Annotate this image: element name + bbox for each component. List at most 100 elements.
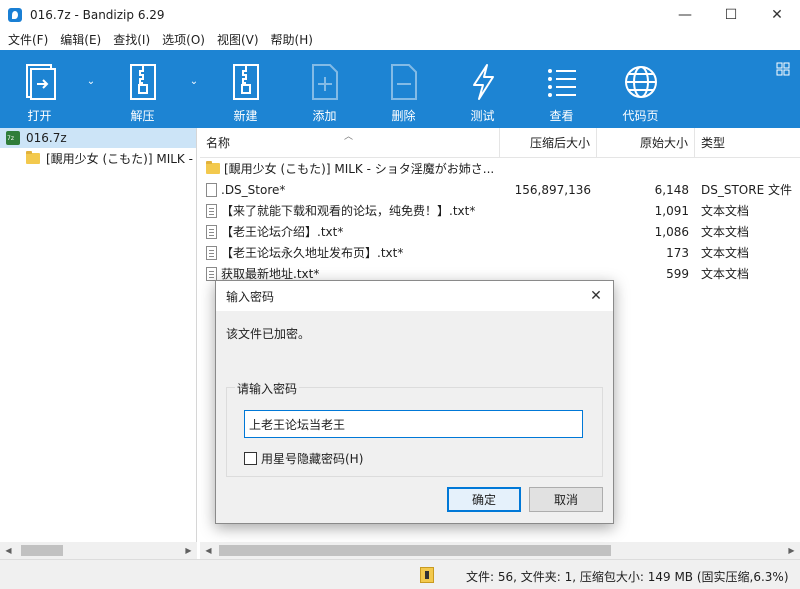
- text-file-icon: [206, 245, 217, 260]
- maximize-button[interactable]: ☐: [708, 0, 754, 30]
- menu-options[interactable]: 选项(O): [156, 30, 211, 50]
- checkbox-icon[interactable]: [244, 452, 257, 465]
- file-name: [靦用少女 (こもた)] MILK - ショタ淫魔がお姉さ...: [224, 162, 495, 176]
- globe-icon: [623, 62, 659, 102]
- dialog-title: 输入密码: [226, 289, 275, 304]
- view-button[interactable]: 查看: [522, 50, 601, 128]
- toolbar: 打开 ⌄ 解压 ⌄ 新建 添加 删除 测试 查看 代码页: [0, 50, 800, 128]
- file-original-size: 6,148: [654, 182, 689, 197]
- table-row[interactable]: [靦用少女 (こもた)] MILK - ショタ淫魔がお姉さ...: [200, 158, 800, 179]
- codepage-button-label: 代码页: [622, 109, 659, 123]
- file-name: 【老王论坛永久地址发布页】.txt*: [221, 246, 404, 260]
- new-archive-icon: [228, 62, 264, 102]
- delete-button-label: 删除: [391, 109, 416, 123]
- scroll-thumb[interactable]: [21, 545, 63, 556]
- scroll-track: [17, 542, 180, 559]
- archive-icon: [420, 567, 434, 583]
- file-icon: [206, 182, 217, 197]
- minimize-button[interactable]: —: [662, 0, 708, 30]
- table-row[interactable]: 【老王论坛永久地址发布页】.txt* 173 文本文档: [200, 242, 800, 263]
- password-dialog: 输入密码 ✕ 该文件已加密。 请输入密码 用星号隐藏密码(H) 确定 取消: [215, 280, 614, 524]
- list-horizontal-scrollbar[interactable]: ◀ ▶: [200, 542, 800, 559]
- file-original-size: 599: [666, 266, 689, 281]
- view-list-icon: [544, 62, 580, 102]
- tree-horizontal-scrollbar[interactable]: ◀ ▶: [0, 542, 197, 559]
- window-controls: — ☐ ✕: [662, 0, 800, 30]
- delete-file-icon: [386, 62, 422, 102]
- sort-ascending-icon: ︿: [344, 132, 354, 142]
- test-button-label: 测试: [470, 109, 495, 123]
- status-bar: 文件: 56, 文件夹: 1, 压缩包大小: 149 MB (固实压缩,6.3%…: [0, 559, 800, 589]
- add-button-label: 添加: [312, 109, 337, 123]
- file-name: 【来了就能下载和观看的论坛，纯免费！】.txt*: [221, 204, 476, 218]
- file-original-size: 1,086: [654, 224, 689, 239]
- column-header-original[interactable]: 原始大小: [597, 127, 695, 158]
- extract-button[interactable]: 解压: [103, 50, 182, 128]
- scroll-right-icon[interactable]: ▶: [180, 542, 197, 559]
- extract-zip-icon: [125, 62, 161, 102]
- codepage-button[interactable]: 代码页: [601, 50, 680, 128]
- table-row[interactable]: 【来了就能下载和观看的论坛，纯免费！】.txt* 1,091 文本文档: [200, 200, 800, 221]
- open-dropdown-arrow[interactable]: ⌄: [79, 50, 103, 128]
- title-bar: 016.7z - Bandizip 6.29 — ☐ ✕: [0, 0, 800, 30]
- menu-find[interactable]: 查找(I): [107, 30, 156, 50]
- file-name: 【老王论坛介绍】.txt*: [221, 225, 344, 239]
- menu-help[interactable]: 帮助(H): [265, 30, 319, 50]
- tree-item-folder[interactable]: [靦用少女 (こもた)] MILK -: [0, 148, 196, 168]
- column-header-compressed[interactable]: 压缩后大小: [500, 127, 597, 158]
- chevron-down-icon: ⌄: [86, 76, 96, 87]
- tree-item-label: 016.7z: [26, 131, 67, 145]
- add-file-icon: [307, 62, 343, 102]
- hide-password-label: 用星号隐藏密码(H): [261, 452, 364, 466]
- folder-icon: [26, 150, 40, 164]
- menu-file[interactable]: 文件(F): [2, 30, 54, 50]
- tree-item-label: [靦用少女 (こもた)] MILK -: [46, 151, 193, 166]
- password-input[interactable]: [244, 410, 583, 438]
- extract-button-label: 解压: [130, 109, 155, 123]
- scroll-left-icon[interactable]: ◀: [200, 542, 217, 559]
- tree-item-root[interactable]: 016.7z: [0, 128, 196, 148]
- extract-dropdown-arrow[interactable]: ⌄: [182, 50, 206, 128]
- password-group-label: 请输入密码: [235, 380, 300, 397]
- folder-icon: [206, 161, 220, 174]
- menu-edit[interactable]: 编辑(E): [54, 30, 107, 50]
- close-button[interactable]: ✕: [754, 0, 800, 30]
- bandizip-app-icon: [8, 8, 22, 22]
- window-title: 016.7z - Bandizip 6.29: [30, 8, 165, 22]
- test-button[interactable]: 测试: [443, 50, 522, 128]
- layout-grid-icon[interactable]: [776, 62, 790, 76]
- archive-7z-icon: [6, 131, 20, 145]
- table-row[interactable]: .DS_Store* 156,897,136 6,148 DS_STORE 文件: [200, 179, 800, 200]
- file-name: .DS_Store*: [221, 182, 286, 197]
- delete-button[interactable]: 删除: [364, 50, 443, 128]
- text-file-icon: [206, 224, 217, 239]
- table-row[interactable]: 【老王论坛介绍】.txt* 1,086 文本文档: [200, 221, 800, 242]
- new-archive-button[interactable]: 新建: [206, 50, 285, 128]
- list-header: 名称 压缩后大小 原始大小 类型 ︿: [200, 127, 800, 158]
- menu-view[interactable]: 视图(V): [211, 30, 265, 50]
- cancel-button[interactable]: 取消: [529, 487, 603, 512]
- open-button[interactable]: 打开: [0, 50, 79, 128]
- file-type: 文本文档: [701, 204, 750, 218]
- file-original-size: 1,091: [654, 203, 689, 218]
- dialog-message: 该文件已加密。: [226, 327, 311, 341]
- hide-password-checkbox[interactable]: 用星号隐藏密码(H): [244, 450, 363, 467]
- file-compressed-size: 156,897,136: [514, 182, 591, 197]
- file-type: DS_STORE 文件: [701, 183, 792, 197]
- view-button-label: 查看: [549, 109, 574, 123]
- scroll-right-icon[interactable]: ▶: [783, 542, 800, 559]
- file-type: 文本文档: [701, 267, 750, 281]
- dialog-close-button[interactable]: ✕: [579, 281, 613, 311]
- status-text: 文件: 56, 文件夹: 1, 压缩包大小: 149 MB (固实压缩,6.3%…: [466, 570, 789, 584]
- menu-bar: 文件(F) 编辑(E) 查找(I) 选项(O) 视图(V) 帮助(H): [0, 30, 800, 50]
- scroll-thumb[interactable]: [219, 545, 611, 556]
- column-header-type[interactable]: 类型: [695, 128, 800, 158]
- text-file-icon: [206, 203, 217, 218]
- add-button[interactable]: 添加: [285, 50, 364, 128]
- lightning-icon: [465, 62, 501, 102]
- scroll-left-icon[interactable]: ◀: [0, 542, 17, 559]
- chevron-down-icon: ⌄: [189, 76, 199, 87]
- ok-button[interactable]: 确定: [447, 487, 521, 512]
- file-original-size: 173: [666, 245, 689, 260]
- file-type: 文本文档: [701, 246, 750, 260]
